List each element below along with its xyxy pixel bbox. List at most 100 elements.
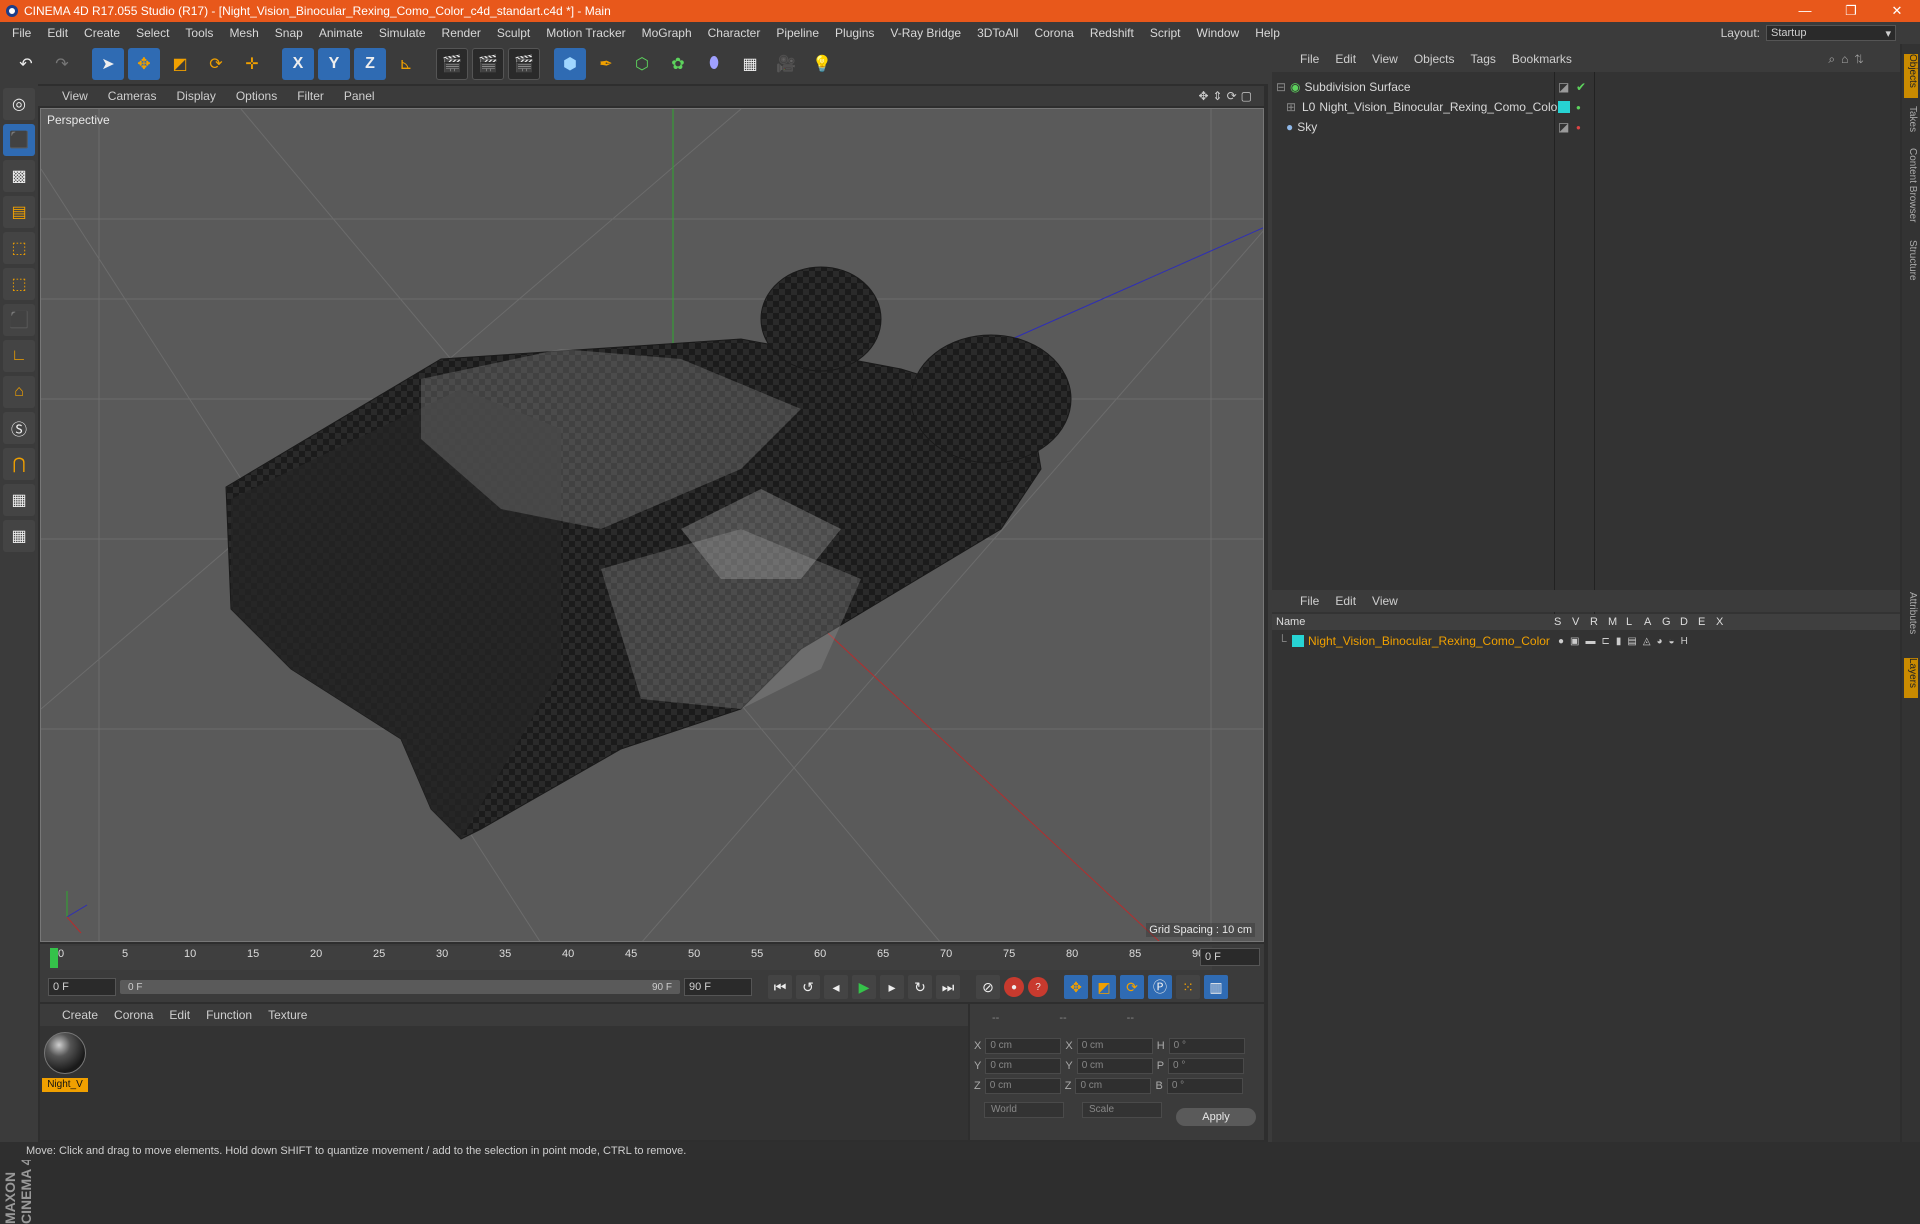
size-y-field[interactable]: 0 cm xyxy=(1076,1058,1153,1074)
deformer-button[interactable]: ⬮ xyxy=(698,48,730,80)
render-picture-viewer-button[interactable]: 🎬 xyxy=(472,48,504,80)
menu-plugins[interactable]: Plugins xyxy=(827,26,882,40)
texture-mode-button[interactable]: ▩ xyxy=(3,160,35,192)
material-preview-ball[interactable] xyxy=(44,1032,86,1074)
menu-create[interactable]: Create xyxy=(76,26,128,40)
position-y-field[interactable]: 0 cm xyxy=(985,1058,1062,1074)
object-row-sky[interactable]: ● Sky ◪ ● xyxy=(1272,118,1900,136)
prev-key-button[interactable]: ↺ xyxy=(796,975,820,999)
menu-simulate[interactable]: Simulate xyxy=(371,26,434,40)
viewport-menu-display[interactable]: Display xyxy=(166,89,225,103)
autokey-button[interactable]: ? xyxy=(1028,977,1048,997)
prev-frame-button[interactable]: ◂ xyxy=(824,975,848,999)
scale-button[interactable]: ◩ xyxy=(164,48,196,80)
rotation-p-field[interactable]: 0 ° xyxy=(1168,1058,1245,1074)
floor-button[interactable]: ▦ xyxy=(734,48,766,80)
viewport-menu-options[interactable]: Options xyxy=(226,89,287,103)
rotation-b-field[interactable]: 0 ° xyxy=(1166,1078,1243,1094)
next-key-button[interactable]: ↻ xyxy=(908,975,932,999)
expand-icon[interactable]: ⊞ xyxy=(1286,100,1300,114)
key-pla-button[interactable]: ⁙ xyxy=(1176,975,1200,999)
menu-window[interactable]: Window xyxy=(1189,26,1248,40)
playhead-marker[interactable] xyxy=(50,948,58,968)
undo-button[interactable]: ↶ xyxy=(10,48,42,80)
viewport-menu-view[interactable]: View xyxy=(52,89,98,103)
solo-button[interactable]: Ⓢ xyxy=(3,412,35,444)
menu-mograph[interactable]: MoGraph xyxy=(634,26,700,40)
model-mode-button[interactable]: ⬛ xyxy=(3,124,35,156)
menu-vray-bridge[interactable]: V-Ray Bridge xyxy=(882,26,969,40)
minimize-icon[interactable]: — xyxy=(1782,0,1828,22)
key-rotation-button[interactable]: ⟳ xyxy=(1120,975,1144,999)
menu-animate[interactable]: Animate xyxy=(311,26,371,40)
redo-button[interactable]: ↷ xyxy=(46,48,78,80)
menu-3dtoall[interactable]: 3DToAll xyxy=(969,26,1026,40)
layer-row[interactable]: └ Night_Vision_Binocular_Rexing_Como_Col… xyxy=(1272,632,1900,650)
menu-help[interactable]: Help xyxy=(1247,26,1288,40)
polygons-mode-button[interactable]: ⬛ xyxy=(3,304,35,336)
viewport-menu-filter[interactable]: Filter xyxy=(287,89,334,103)
menu-script[interactable]: Script xyxy=(1142,26,1189,40)
menu-redshift[interactable]: Redshift xyxy=(1082,26,1142,40)
edit-flag-icon[interactable]: ◪ xyxy=(1558,120,1569,134)
mograph-cloner-button[interactable]: ✿ xyxy=(662,48,694,80)
menu-tools[interactable]: Tools xyxy=(177,26,221,40)
material-menu-corona[interactable]: Corona xyxy=(106,1008,161,1022)
viewport-navigation-icons[interactable]: ✥⇕⟳▢ xyxy=(1198,89,1256,103)
timeline-ruler[interactable]: 0 5 10 15 20 25 30 35 40 45 50 55 60 65 … xyxy=(40,944,1264,972)
tab-content-browser[interactable]: Content Browser xyxy=(1904,148,1918,232)
y-axis-button[interactable]: Y xyxy=(318,48,350,80)
object-name[interactable]: Sky xyxy=(1293,120,1317,134)
menu-motion-tracker[interactable]: Motion Tracker xyxy=(538,26,633,40)
current-frame-field[interactable]: 0 F xyxy=(1200,948,1260,966)
next-frame-button[interactable]: ▸ xyxy=(880,975,904,999)
menu-snap[interactable]: Snap xyxy=(267,26,311,40)
perspective-viewport[interactable]: Perspective Grid Spacing : 10 cm xyxy=(40,108,1264,942)
layer-name[interactable]: Night_Vision_Binocular_Rexing_Como_Color xyxy=(1304,634,1550,648)
goto-end-button[interactable]: ⏭ xyxy=(936,975,960,999)
edit-flag-icon[interactable]: ◪ xyxy=(1558,80,1569,94)
position-z-field[interactable]: 0 cm xyxy=(984,1078,1061,1094)
points-mode-button[interactable]: ⬚ xyxy=(3,232,35,264)
rotate-button[interactable]: ⟳ xyxy=(200,48,232,80)
move-button[interactable]: ✥ xyxy=(128,48,160,80)
objects-menu-tags[interactable]: Tags xyxy=(1463,52,1504,66)
keyframe-selection-button[interactable]: ⊘ xyxy=(976,975,1000,999)
coordinate-mode-dropdown[interactable]: World xyxy=(984,1102,1064,1118)
menu-file[interactable]: File xyxy=(4,26,39,40)
viewport-menu-cameras[interactable]: Cameras xyxy=(98,89,167,103)
lock-workplane-button[interactable]: ▦ xyxy=(3,484,35,516)
objects-menu-objects[interactable]: Objects xyxy=(1406,52,1463,66)
collapse-icon[interactable]: ⊟ xyxy=(1272,80,1286,94)
layer-flag-icons[interactable]: ●▣▬⊏▮▤◬◕◒H xyxy=(1558,636,1694,647)
size-z-field[interactable]: 0 cm xyxy=(1075,1078,1152,1094)
object-name[interactable]: Subdivision Surface xyxy=(1300,80,1410,94)
rotation-h-field[interactable]: 0 ° xyxy=(1168,1038,1245,1054)
material-menu-texture[interactable]: Texture xyxy=(260,1008,315,1022)
restore-icon[interactable]: ❐ xyxy=(1828,0,1874,22)
menu-corona[interactable]: Corona xyxy=(1026,26,1081,40)
end-frame-field[interactable]: 90 F xyxy=(684,978,752,996)
cube-button[interactable]: ⬢ xyxy=(554,48,586,80)
menu-select[interactable]: Select xyxy=(128,26,177,40)
layers-menu-view[interactable]: View xyxy=(1364,594,1406,608)
size-x-field[interactable]: 0 cm xyxy=(1076,1038,1153,1054)
workplane-mode-button[interactable]: ▤ xyxy=(3,196,35,228)
z-axis-button[interactable]: Z xyxy=(354,48,386,80)
key-parameter-button[interactable]: Ⓟ xyxy=(1148,975,1172,999)
tweak-mode-button[interactable]: ⌂ xyxy=(3,376,35,408)
material-menu-function[interactable]: Function xyxy=(198,1008,260,1022)
snap-button[interactable]: ⋂ xyxy=(3,448,35,480)
layer-color-swatch[interactable] xyxy=(1292,635,1304,647)
render-view-button[interactable]: 🎬 xyxy=(436,48,468,80)
key-scale-button[interactable]: ◩ xyxy=(1092,975,1116,999)
recent-tool-button[interactable]: ✛ xyxy=(236,48,268,80)
menu-sculpt[interactable]: Sculpt xyxy=(489,26,538,40)
coordinate-system-button[interactable]: ⊾ xyxy=(390,48,422,80)
objects-menu-bookmarks[interactable]: Bookmarks xyxy=(1504,52,1580,66)
material-menu-edit[interactable]: Edit xyxy=(161,1008,198,1022)
material-menu-create[interactable]: Create xyxy=(54,1008,106,1022)
layers-menu-edit[interactable]: Edit xyxy=(1327,594,1364,608)
menu-pipeline[interactable]: Pipeline xyxy=(768,26,827,40)
layout-dropdown[interactable]: Startup ▾ xyxy=(1766,25,1896,41)
